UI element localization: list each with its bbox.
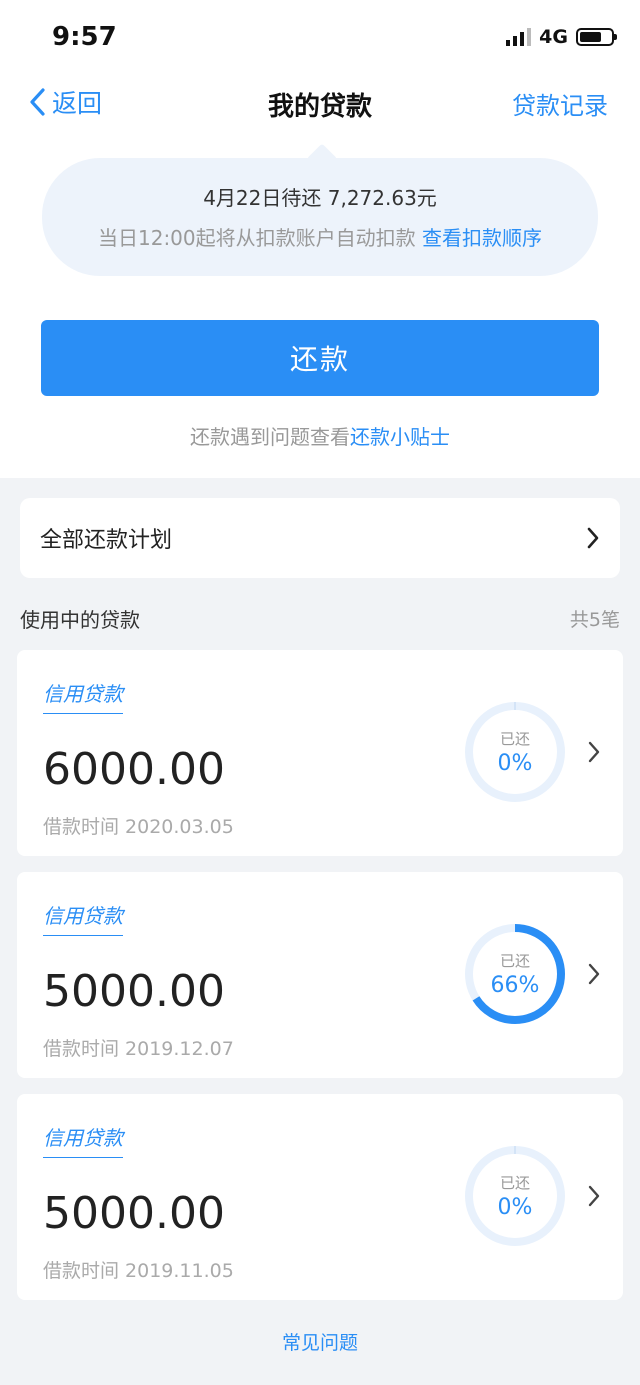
loan-amount: 5000.00 [43,1188,225,1239]
auto-debit-prefix: 当日12:00起将从扣款账户自动扣款 [98,226,416,250]
tips-prefix: 还款遇到问题查看 [190,425,350,449]
loan-count: 共5笔 [569,609,620,631]
chevron-right-icon [588,963,600,985]
repaid-percent: 66% [490,973,540,998]
debit-order-link[interactable]: 查看扣款顺序 [422,226,542,250]
repay-tips: 还款遇到问题查看还款小贴士 [0,421,640,450]
loan-date: 借款时间 2020.03.05 [43,816,234,838]
plan-label: 全部还款计划 [40,528,173,553]
status-time: 9:57 [52,22,117,52]
all-repayment-plans[interactable]: 全部还款计划 [20,498,620,578]
repaid-label: 已还 [499,952,530,970]
network-label: 4G [539,26,568,48]
repaid-progress-text: 已还 66% [463,922,567,1026]
loan-type: 信用贷款 [43,900,123,936]
repaid-label: 已还 [499,730,530,748]
loan-record-link[interactable]: 贷款记录 [512,86,608,121]
signal-icon [506,28,532,46]
loan-date: 借款时间 2019.12.07 [43,1038,234,1060]
loan-date: 借款时间 2019.11.05 [43,1260,234,1282]
faq-link[interactable]: 常见问题 [0,1328,640,1355]
repayment-notice: 4月22日待还 7,272.63元 当日12:00起将从扣款账户自动扣款 查看扣… [42,158,598,276]
repaid-progress-text: 已还 0% [463,700,567,804]
loan-type: 信用贷款 [43,1122,123,1158]
repaid-percent: 0% [497,1195,533,1220]
loan-card-3[interactable]: 信用贷款 5000.00 借款时间 2019.11.05 已还 0% [17,1094,623,1300]
section-title: 使用中的贷款 [20,608,140,632]
repaid-percent: 0% [497,751,533,776]
loan-card-1[interactable]: 信用贷款 6000.00 借款时间 2020.03.05 已还 0% [17,650,623,856]
chevron-right-icon [587,527,599,549]
repay-button[interactable]: 还款 [41,320,599,396]
auto-debit-text: 当日12:00起将从扣款账户自动扣款 查看扣款顺序 [42,222,598,251]
repaid-progress-text: 已还 0% [463,1144,567,1248]
status-indicators: 4G [506,26,617,48]
chevron-right-icon [588,1185,600,1207]
battery-icon [576,28,617,46]
loan-amount: 5000.00 [43,966,225,1017]
chevron-right-icon [588,741,600,763]
repay-tips-link[interactable]: 还款小贴士 [350,425,450,449]
active-loans-header: 使用中的贷款 共5笔 [20,604,620,633]
loan-type: 信用贷款 [43,678,123,714]
repaid-label: 已还 [499,1174,530,1192]
due-amount-text: 4月22日待还 7,272.63元 [203,186,437,210]
loan-amount: 6000.00 [43,744,225,795]
loan-card-2[interactable]: 信用贷款 5000.00 借款时间 2019.12.07 已还 66% [17,872,623,1078]
